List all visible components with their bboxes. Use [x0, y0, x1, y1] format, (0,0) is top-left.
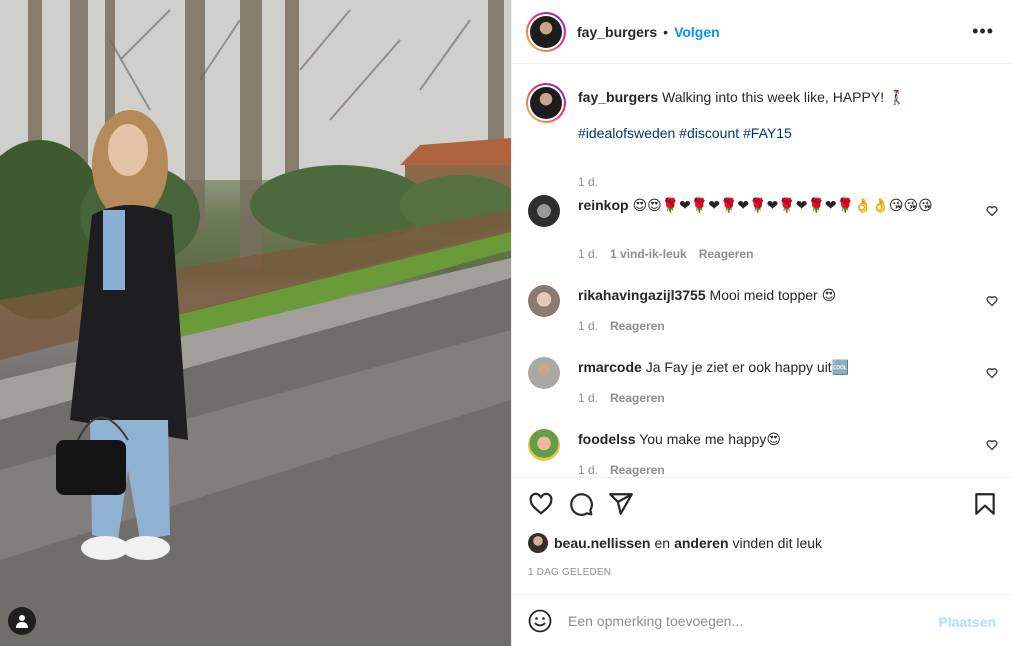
comment-username[interactable]: reinkop	[578, 197, 629, 213]
smiley-icon[interactable]	[528, 609, 552, 633]
caption-text: Walking into this week like, HAPPY! 🚶‍♀️	[662, 89, 906, 105]
likes-others-link[interactable]: anderen	[674, 535, 728, 551]
likes-summary: beau.nellissen en anderen vinden dit leu…	[528, 533, 822, 553]
heart-icon[interactable]	[528, 491, 554, 517]
comment-like-heart-icon[interactable]	[986, 205, 998, 217]
header-separator: •	[663, 23, 669, 40]
follow-button[interactable]: Volgen	[674, 24, 720, 40]
comments-list[interactable]: fay_burgers Walking into this week like,…	[512, 65, 1012, 477]
likes-joiner: en	[654, 535, 671, 551]
comment-composer: Plaatsen	[512, 594, 1012, 646]
caption-time: 1 d.	[578, 175, 599, 189]
more-icon[interactable]: •••	[972, 22, 994, 40]
caption-hashtags[interactable]: #idealofsweden #discount #FAY15	[578, 124, 958, 142]
comment-text: 😍😍🌹❤🌹❤🌹❤🌹❤🌹❤🌹❤🌹👌👌😘😘😘	[632, 197, 933, 213]
likes-suffix: vinden dit leuk	[732, 535, 823, 551]
comment-like-heart-icon[interactable]	[986, 439, 998, 451]
comment-reply-button[interactable]: Reageren	[699, 247, 754, 261]
comment-avatar[interactable]	[528, 285, 560, 317]
comment-reply-button[interactable]: Reageren	[610, 463, 665, 477]
post-panel: fay_burgers • Volgen ••• fay_burgers Wal…	[511, 0, 1012, 646]
comment-like-heart-icon[interactable]	[986, 295, 998, 307]
caption-avatar[interactable]	[526, 83, 566, 123]
comment-text: Ja Fay je ziet er ook happy uit🆒	[645, 359, 850, 375]
comment-input[interactable]	[568, 609, 928, 633]
comment-time: 1 d.	[578, 247, 599, 261]
comment-like-heart-icon[interactable]	[986, 367, 998, 379]
comment-username[interactable]: rmarcode	[578, 359, 642, 375]
caption-username[interactable]: fay_burgers	[578, 89, 658, 105]
comment-time: 1 d.	[578, 463, 599, 477]
liker-avatar[interactable]	[528, 533, 548, 553]
photo-illustration	[0, 0, 511, 646]
liker-username[interactable]: beau.nellissen	[554, 535, 650, 551]
comment-username[interactable]: rikahavingazijl3755	[578, 287, 706, 303]
comment-text: You make me happy😍	[639, 431, 781, 447]
comment-reply-button[interactable]: Reageren	[610, 319, 665, 333]
comment-reply-button[interactable]: Reageren	[610, 391, 665, 405]
comment-like-count[interactable]: 1 vind-ik-leuk	[610, 247, 687, 261]
share-icon[interactable]	[608, 491, 634, 517]
action-bar: beau.nellissen en anderen vinden dit leu…	[512, 477, 1012, 594]
comment-avatar[interactable]	[528, 195, 560, 227]
comment-icon[interactable]	[568, 491, 594, 517]
post-comment-button[interactable]: Plaatsen	[938, 614, 996, 630]
author-username[interactable]: fay_burgers	[577, 24, 657, 40]
author-avatar[interactable]	[526, 11, 566, 52]
comment-text: Mooi meid topper 😍	[709, 287, 837, 303]
comment-time: 1 d.	[578, 319, 599, 333]
post-header: fay_burgers • Volgen •••	[512, 0, 1012, 64]
post-photo[interactable]	[0, 0, 511, 646]
bookmark-icon[interactable]	[972, 491, 998, 517]
comment-username[interactable]: foodelss	[578, 431, 636, 447]
comment-avatar[interactable]	[528, 429, 560, 461]
user-tag-icon	[16, 615, 28, 628]
user-tag-button[interactable]	[8, 607, 36, 635]
post-timestamp[interactable]: 1 DAG GELEDEN	[528, 567, 611, 578]
comment-time: 1 d.	[578, 391, 599, 405]
comment-avatar[interactable]	[528, 357, 560, 389]
